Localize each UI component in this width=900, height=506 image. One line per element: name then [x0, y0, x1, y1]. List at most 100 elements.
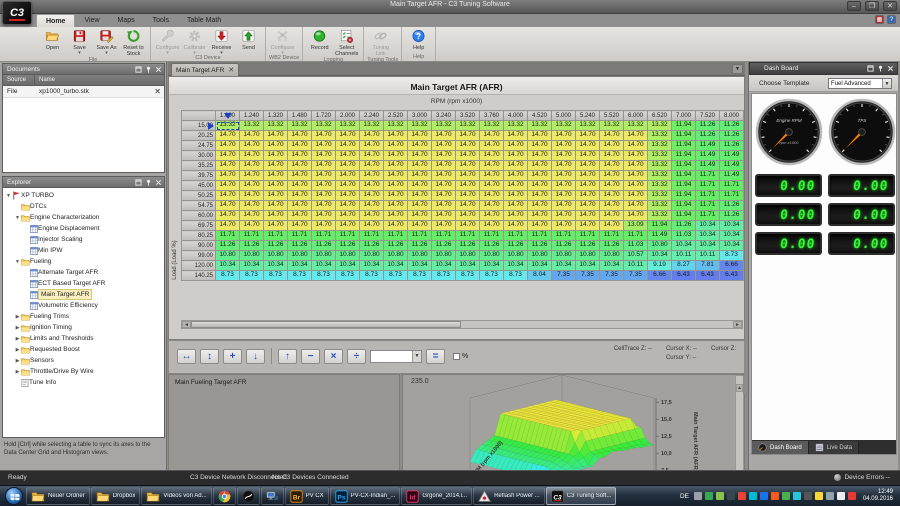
afr-cell[interactable]: 6.43 — [672, 271, 696, 281]
afr-cell[interactable]: 13.32 — [648, 141, 672, 151]
afr-cell[interactable]: 14.70 — [504, 151, 528, 161]
window-sm-icon[interactable] — [135, 179, 142, 186]
afr-cell[interactable]: 10.34 — [264, 261, 288, 271]
afr-cell[interactable]: 11.71 — [696, 181, 720, 191]
afr-cell[interactable]: 10.57 — [624, 251, 648, 261]
pin-icon[interactable] — [877, 65, 884, 72]
afr-cell[interactable]: 14.70 — [456, 211, 480, 221]
afr-cell[interactable]: 14.70 — [336, 181, 360, 191]
tree-item-throttle-drive-by-wire[interactable]: ▶Throttle/Drive By Wire — [3, 366, 164, 377]
afr-cell[interactable]: 14.70 — [360, 191, 384, 201]
afr-cell[interactable]: 11.26 — [480, 241, 504, 251]
rpm-column-header[interactable]: 2.000 — [336, 111, 360, 121]
tray-icon-5[interactable] — [738, 492, 746, 500]
document-row[interactable]: File xp1000_turbo.stk ✕ — [3, 86, 164, 98]
tab-close-icon[interactable]: ✕ — [228, 66, 234, 74]
afr-cell[interactable]: 13.32 — [336, 121, 360, 131]
afr-cell[interactable]: 11.71 — [552, 231, 576, 241]
afr-cell[interactable]: 14.70 — [456, 221, 480, 231]
afr-cell[interactable]: 14.70 — [624, 201, 648, 211]
afr-cell[interactable]: 14.70 — [264, 161, 288, 171]
afr-cell[interactable]: 11.71 — [696, 191, 720, 201]
afr-cell[interactable]: 14.70 — [216, 151, 240, 161]
taskbar-videos-von-ad-[interactable]: Videos von Ad... — [141, 487, 211, 505]
afr-cell[interactable]: 13.32 — [648, 131, 672, 141]
afr-cell[interactable]: 10.34 — [552, 261, 576, 271]
afr-cell[interactable]: 8.73 — [240, 271, 264, 281]
afr-cell[interactable]: 10.34 — [720, 241, 744, 251]
afr-cell[interactable]: 11.71 — [456, 231, 480, 241]
afr-cell[interactable]: 13.32 — [624, 121, 648, 131]
afr-cell[interactable]: 11.71 — [720, 181, 744, 191]
afr-cell[interactable]: 14.70 — [240, 151, 264, 161]
afr-cell[interactable]: 11.71 — [600, 231, 624, 241]
afr-cell[interactable]: 10.80 — [336, 251, 360, 261]
afr-cell[interactable]: 14.70 — [600, 171, 624, 181]
afr-cell[interactable]: 13.32 — [648, 121, 672, 131]
afr-cell[interactable]: 14.70 — [600, 211, 624, 221]
afr-cell[interactable]: 14.70 — [624, 171, 648, 181]
afr-cell[interactable]: 11.71 — [696, 171, 720, 181]
afr-cell[interactable]: 14.70 — [528, 141, 552, 151]
afr-cell[interactable]: 11.26 — [216, 241, 240, 251]
rpm-column-header[interactable]: 5.520 — [600, 111, 624, 121]
afr-cell[interactable]: 14.70 — [216, 181, 240, 191]
afr-cell[interactable]: 8.73 — [456, 271, 480, 281]
afr-cell[interactable]: 11.26 — [672, 221, 696, 231]
afr-cell[interactable]: 13.32 — [216, 121, 240, 131]
afr-cell[interactable]: 13.32 — [504, 121, 528, 131]
afr-cell[interactable]: 14.70 — [408, 171, 432, 181]
afr-cell[interactable]: 14.70 — [264, 171, 288, 181]
load-row-header[interactable]: 140.25 — [182, 271, 216, 281]
afr-cell[interactable]: 13.32 — [576, 121, 600, 131]
afr-cell[interactable]: 8.73 — [336, 271, 360, 281]
afr-cell[interactable]: 10.34 — [480, 261, 504, 271]
tree-item-dtcs[interactable]: DTCs — [3, 201, 164, 212]
afr-cell[interactable]: 14.70 — [528, 221, 552, 231]
load-row-header[interactable]: 30.00 — [182, 151, 216, 161]
afr-cell[interactable]: 11.49 — [720, 171, 744, 181]
afr-cell[interactable]: 14.70 — [552, 221, 576, 231]
afr-cell[interactable]: 11.71 — [432, 231, 456, 241]
afr-cell[interactable]: 11.49 — [720, 161, 744, 171]
afr-cell[interactable]: 14.70 — [360, 201, 384, 211]
afr-cell[interactable]: 10.11 — [624, 261, 648, 271]
afr-cell[interactable]: 14.70 — [432, 191, 456, 201]
afr-cell[interactable]: 8.73 — [504, 271, 528, 281]
afr-cell[interactable]: 13.32 — [408, 121, 432, 131]
afr-cell[interactable]: 10.34 — [432, 261, 456, 271]
afr-cell[interactable]: 13.32 — [480, 121, 504, 131]
table-tool-3-button[interactable]: ↓ — [246, 349, 265, 364]
window-sm-icon[interactable] — [135, 66, 142, 73]
afr-cell[interactable]: 14.70 — [624, 131, 648, 141]
afr-cell[interactable]: 10.80 — [216, 251, 240, 261]
afr-cell[interactable]: 14.70 — [240, 131, 264, 141]
afr-cell[interactable]: 11.71 — [264, 231, 288, 241]
tray-icon-8[interactable] — [771, 492, 779, 500]
afr-cell[interactable]: 10.34 — [384, 261, 408, 271]
tree-expander-icon[interactable]: ▼ — [14, 215, 21, 221]
afr-cell[interactable]: 14.70 — [552, 161, 576, 171]
rpm-column-header[interactable]: 1.320 — [264, 111, 288, 121]
load-row-header[interactable]: 60.00 — [182, 211, 216, 221]
load-row-header[interactable]: 80.25 — [182, 231, 216, 241]
afr-cell[interactable]: 10.80 — [288, 251, 312, 261]
afr-cell[interactable]: 14.70 — [288, 221, 312, 231]
afr-cell[interactable]: 14.70 — [336, 151, 360, 161]
dashboard-tab-live-data[interactable]: Live Data — [809, 441, 859, 454]
taskbar-pv-cx-indian-[interactable]: PsPV-CX-Indian_... — [330, 487, 401, 505]
afr-cell[interactable]: 11.49 — [696, 161, 720, 171]
afr-cell[interactable]: 11.26 — [720, 141, 744, 151]
tray-icon-15[interactable] — [848, 492, 856, 500]
afr-cell[interactable]: 14.70 — [288, 151, 312, 161]
reset-to-stock-button[interactable]: Reset to Stock — [120, 28, 147, 57]
load-row-header[interactable]: 54.75 — [182, 201, 216, 211]
afr-cell[interactable]: 14.70 — [216, 191, 240, 201]
afr-cell[interactable]: 14.70 — [432, 141, 456, 151]
tree-item-injector-scaling[interactable]: Injector Scaling — [3, 234, 164, 245]
tree-expander-icon[interactable]: ▼ — [14, 259, 21, 265]
template-select[interactable]: Fuel Advanced▼ — [828, 78, 892, 89]
tray-icon-12[interactable] — [815, 492, 823, 500]
afr-cell[interactable]: 14.70 — [432, 151, 456, 161]
load-row-header[interactable]: 45.00 — [182, 181, 216, 191]
